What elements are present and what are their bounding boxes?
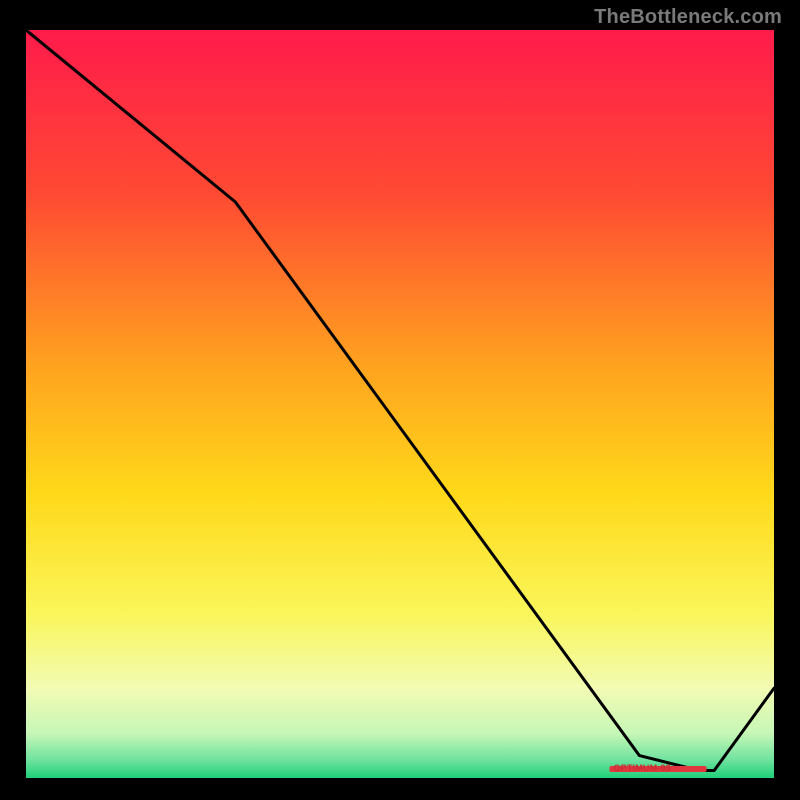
watermark-text: TheBottleneck.com xyxy=(594,6,782,29)
chart-frame: TheBottleneck.com OPTIMUM-99 xyxy=(0,0,800,800)
optimum-marker xyxy=(609,766,706,772)
chart-svg xyxy=(26,30,774,778)
chart-background xyxy=(26,30,774,778)
plot-area xyxy=(26,30,774,778)
